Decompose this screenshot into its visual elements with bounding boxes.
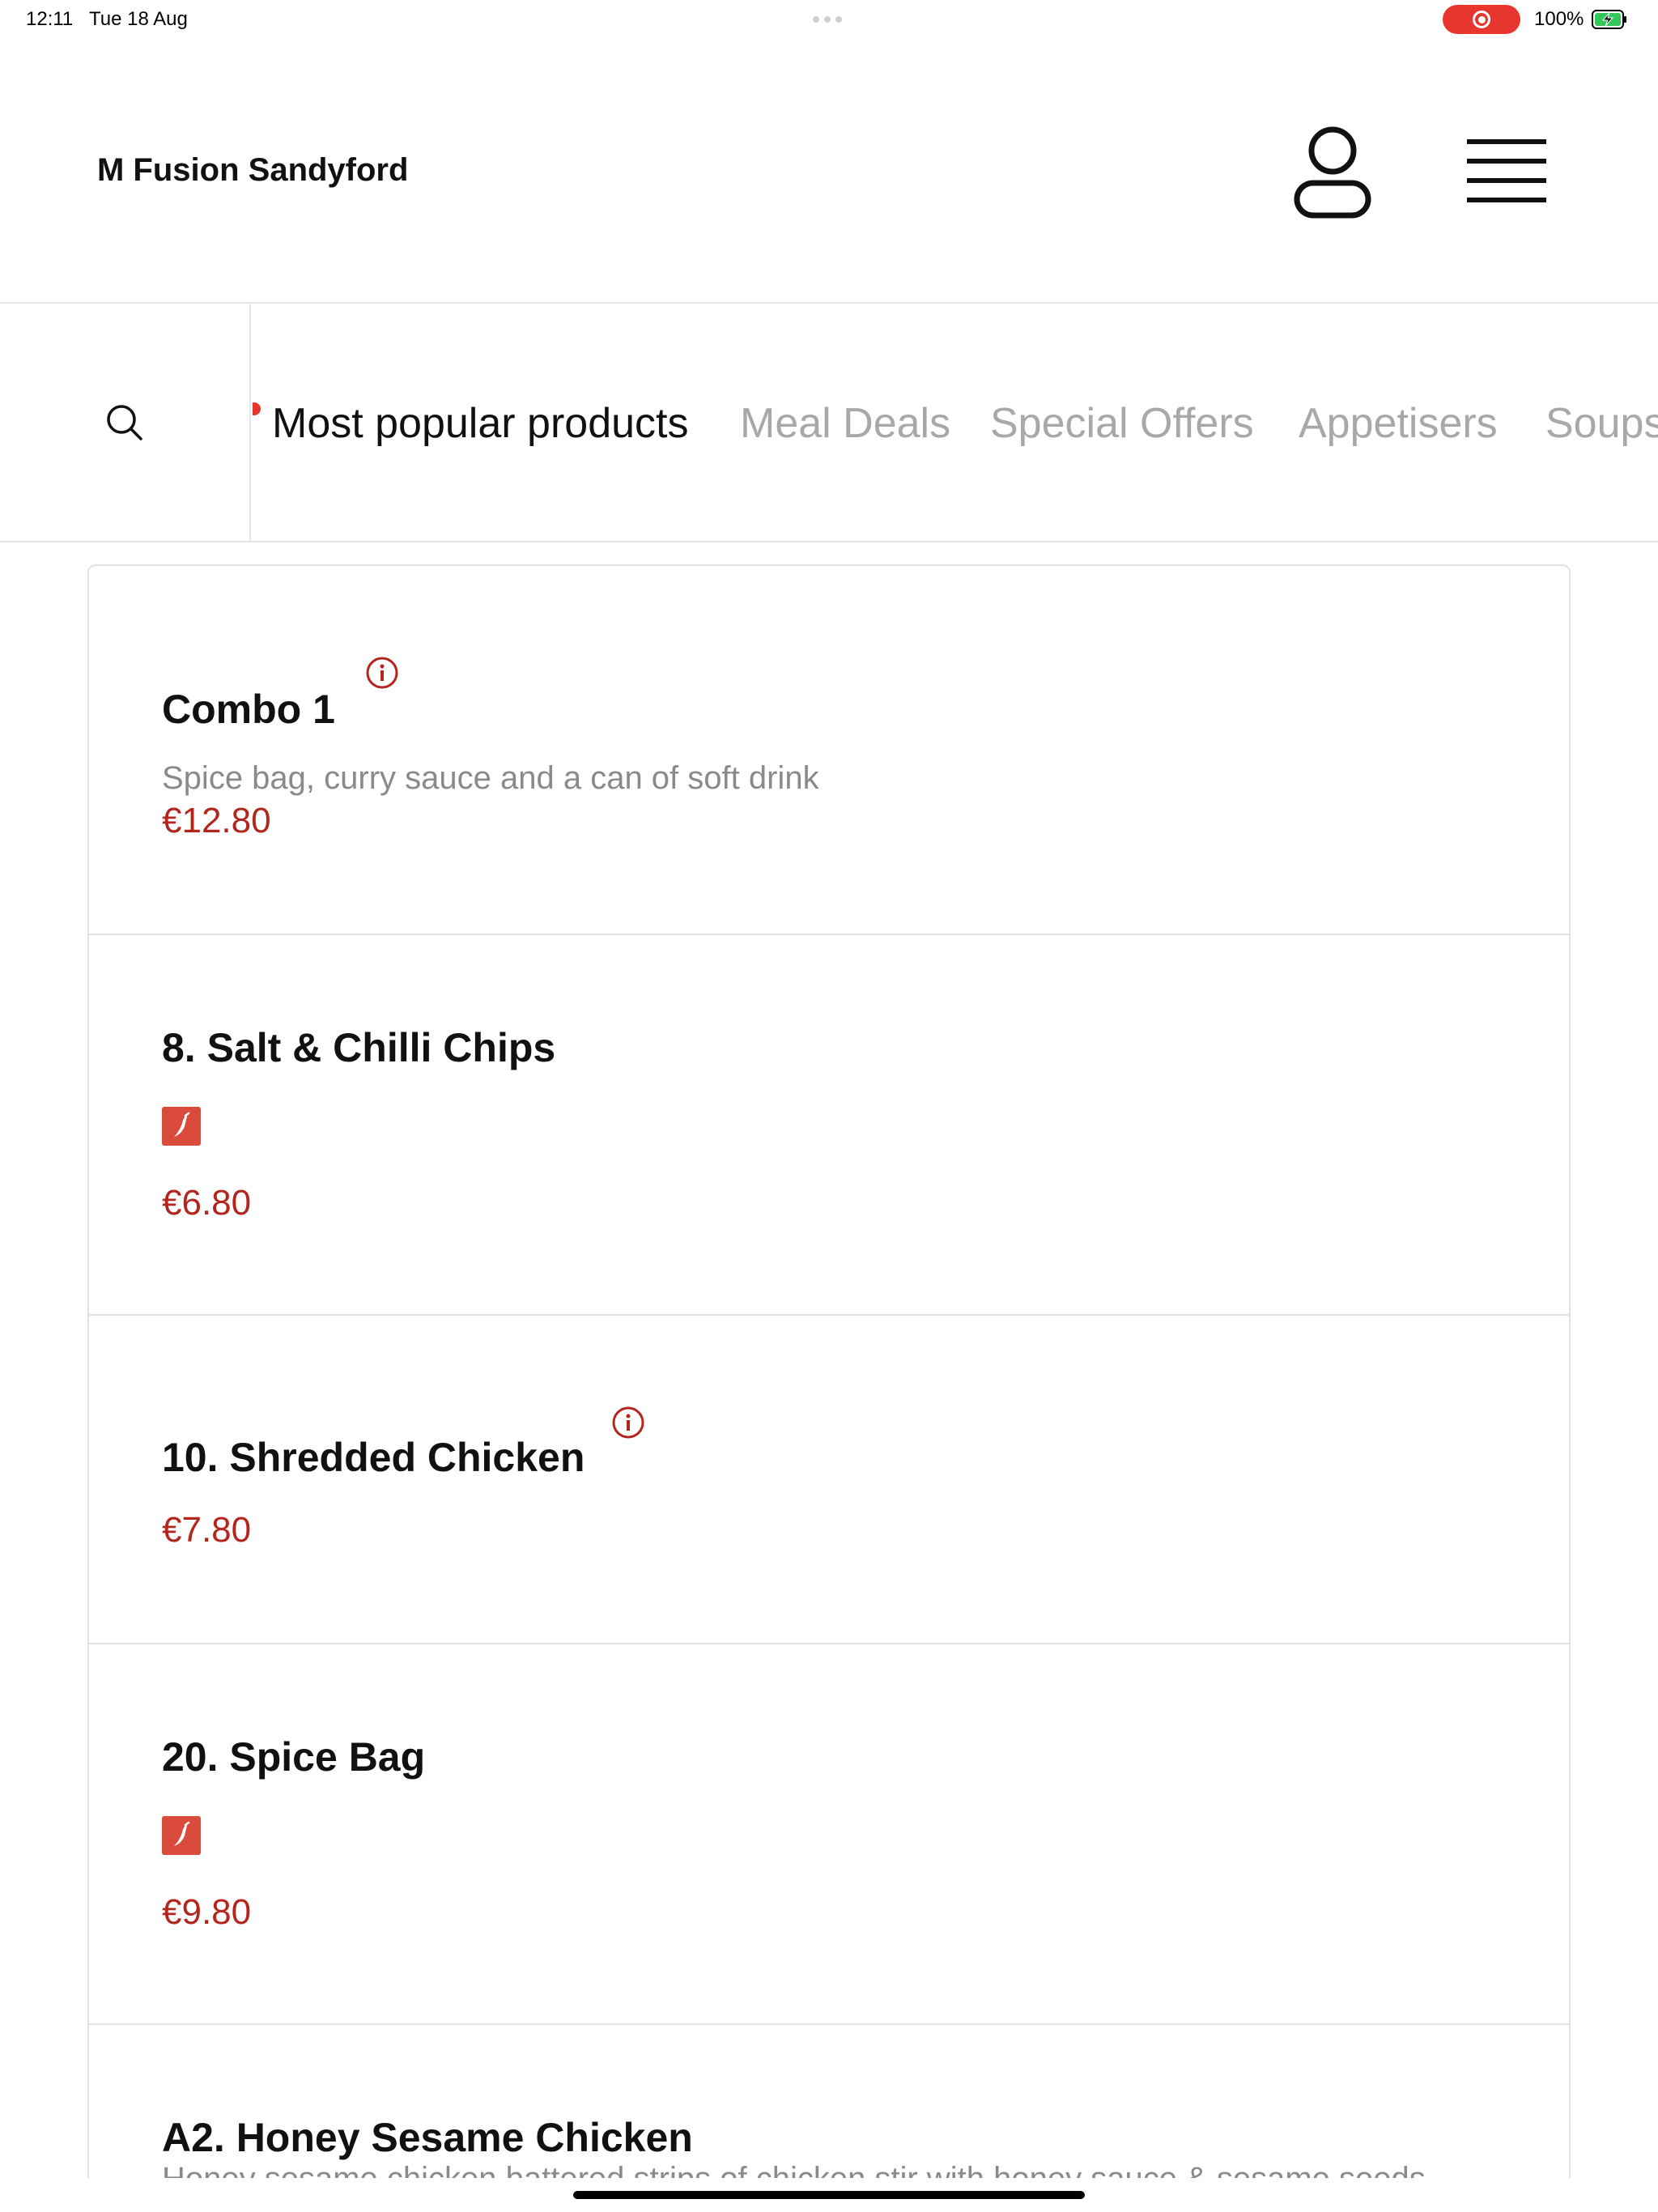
product-price: €12.80 — [162, 801, 271, 840]
product-name: Combo 1 — [162, 687, 335, 732]
tab-meal-deals[interactable]: Meal Deals — [740, 399, 950, 448]
app-screen: 12:11 Tue 18 Aug 100% M Fusion Sandyford — [0, 0, 1658, 2212]
product-price: €9.80 — [162, 1892, 252, 1932]
product-name: 10. Shredded Chicken — [162, 1435, 585, 1480]
search-icon — [107, 404, 142, 440]
product-item[interactable]: Combo 1 Spice bag, curry sauce and a can… — [89, 566, 1569, 935]
store-name: M Fusion Sandyford — [97, 152, 409, 188]
product-item[interactable]: 8. Salt & Chilli Chips €6.80 — [89, 935, 1569, 1316]
active-tab-marker — [253, 402, 261, 415]
status-date: Tue 18 Aug — [89, 8, 188, 30]
info-icon[interactable] — [610, 1405, 646, 1440]
chilli-pepper-icon — [162, 1816, 201, 1855]
battery-charging-icon — [1592, 10, 1626, 29]
product-price: €7.80 — [162, 1510, 252, 1550]
search-button[interactable] — [0, 304, 251, 541]
info-icon[interactable] — [364, 655, 400, 691]
multitasking-dots-icon[interactable] — [813, 16, 842, 23]
account-icon[interactable] — [1292, 126, 1373, 220]
product-item[interactable]: 10. Shredded Chicken €7.80 — [89, 1316, 1569, 1644]
product-list: Combo 1 Spice bag, curry sauce and a can… — [87, 564, 1571, 2184]
screen-recording-indicator[interactable] — [1443, 5, 1520, 34]
category-tabs[interactable]: Most popular products Meal Deals Special… — [253, 304, 1658, 541]
hamburger-menu-icon[interactable] — [1464, 134, 1553, 209]
home-indicator[interactable] — [573, 2191, 1085, 2199]
product-item[interactable]: 20. Spice Bag €9.80 — [89, 1644, 1569, 2025]
product-price: €6.80 — [162, 1183, 252, 1223]
record-icon — [1473, 11, 1490, 28]
tab-soups[interactable]: Soups — [1545, 399, 1658, 448]
status-time: 12:11 — [26, 8, 74, 30]
product-name: A2. Honey Sesame Chicken — [162, 2115, 693, 2160]
chilli-pepper-icon — [162, 1107, 201, 1146]
status-bar: 12:11 Tue 18 Aug 100% — [0, 0, 1658, 39]
tab-appetisers[interactable]: Appetisers — [1299, 399, 1498, 448]
product-name: 8. Salt & Chilli Chips — [162, 1025, 556, 1070]
tab-most-popular[interactable]: Most popular products — [272, 399, 689, 448]
battery-percentage: 100% — [1534, 8, 1584, 30]
product-description: Spice bag, curry sauce and a can of soft… — [162, 760, 819, 796]
product-name: 20. Spice Bag — [162, 1734, 426, 1780]
category-nav: Most popular products Meal Deals Special… — [0, 304, 1658, 542]
app-header: M Fusion Sandyford — [0, 39, 1658, 304]
product-item[interactable]: A2. Honey Sesame Chicken Honey sesame ch… — [89, 2025, 1569, 2184]
tab-special-offers[interactable]: Special Offers — [990, 399, 1254, 448]
